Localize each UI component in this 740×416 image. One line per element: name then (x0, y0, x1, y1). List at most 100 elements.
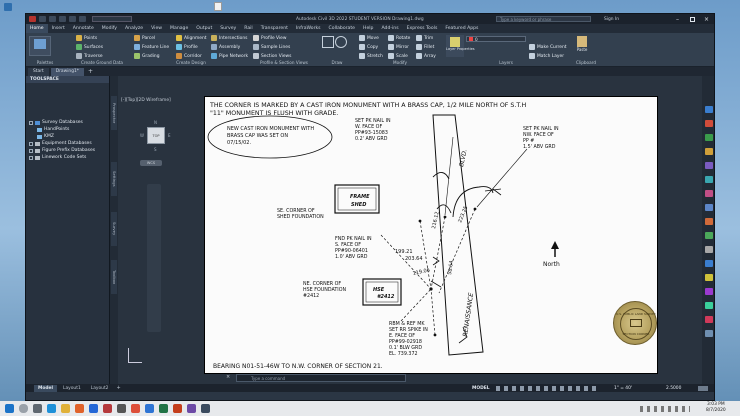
tab-output[interactable]: Output (192, 24, 216, 33)
rotate-button[interactable]: Rotate (388, 34, 410, 42)
open-icon[interactable] (49, 16, 56, 22)
tab-home[interactable]: Home (26, 24, 48, 33)
new-tab-button[interactable]: + (88, 68, 93, 76)
layer-dropdown[interactable]: 0 (466, 36, 526, 42)
minimize-button[interactable]: – (676, 16, 679, 23)
palette-tool-icon[interactable] (705, 330, 713, 337)
expand-icon[interactable] (29, 120, 33, 125)
panel-create-ground-data[interactable]: Create Ground Data (72, 59, 132, 66)
feature-line-button[interactable]: Feature Line (134, 43, 169, 51)
status-toggle-icons[interactable] (496, 385, 596, 391)
palette-tool-icon[interactable] (705, 106, 713, 113)
palette-tool-icon[interactable] (705, 176, 713, 183)
panel-layers[interactable]: Layers (446, 59, 566, 66)
surfaces-button[interactable]: Surfaces (76, 43, 103, 51)
file-explorer-icon[interactable] (61, 404, 70, 413)
expand-icon[interactable] (29, 148, 33, 153)
excel-icon[interactable] (159, 404, 168, 413)
edge-icon[interactable] (47, 404, 56, 413)
app-icon[interactable] (187, 404, 196, 413)
tree-item-survey-databases[interactable]: Survey Databases (29, 120, 83, 125)
points-button[interactable]: Points (76, 34, 97, 42)
search-icon[interactable] (19, 404, 28, 413)
firefox-icon[interactable] (75, 404, 84, 413)
redo-icon[interactable] (79, 16, 86, 22)
tab-insert[interactable]: Insert (48, 24, 69, 33)
toolspace-button[interactable] (29, 36, 51, 56)
expand-icon[interactable] (29, 155, 33, 160)
tree-item-handpoints[interactable]: HandPoints (37, 127, 69, 132)
tab-analyze[interactable]: Analyze (121, 24, 147, 33)
parcel-button[interactable]: Parcel (134, 34, 155, 42)
tab-infraworks[interactable]: InfraWorks (292, 24, 325, 33)
tree-item-linework-code-sets[interactable]: Linework Code Sets (29, 155, 86, 160)
line-tool-icon[interactable] (322, 36, 334, 48)
panel-clipboard[interactable]: Clipboard (566, 59, 606, 66)
intersections-button[interactable]: Intersections (211, 34, 247, 42)
palette-tool-icon[interactable] (705, 162, 713, 169)
assembly-button[interactable]: Assembly (211, 43, 240, 51)
tab-add-ins[interactable]: Add-ins (377, 24, 402, 33)
palette-tool-icon[interactable] (705, 316, 713, 323)
tab-survey[interactable]: Survey (216, 24, 240, 33)
app-icon[interactable] (117, 404, 126, 413)
profile-view-button[interactable]: Profile View (253, 34, 286, 42)
app-menu-icon[interactable] (29, 16, 36, 22)
panel-modify[interactable]: Modify (356, 59, 444, 66)
undo-icon[interactable] (69, 16, 76, 22)
mirror-button[interactable]: Mirror (388, 43, 409, 51)
start-icon[interactable] (5, 404, 14, 413)
chrome-icon[interactable] (131, 404, 140, 413)
tree-item-figure-prefix-databases[interactable]: Figure Prefix Databases (29, 148, 95, 153)
powerpoint-icon[interactable] (173, 404, 182, 413)
panel-create-design[interactable]: Create Design (131, 59, 251, 66)
command-close-icon[interactable]: × (226, 374, 230, 380)
navigation-bar[interactable] (147, 184, 161, 332)
side-tab-survey[interactable]: Survey (111, 212, 117, 246)
model-tab[interactable]: Model (34, 384, 58, 392)
tab-featured-apps[interactable]: Featured Apps (441, 24, 482, 33)
panel-palettes[interactable]: Palettes (26, 59, 64, 66)
workspace-select[interactable] (92, 16, 132, 22)
system-tray-icons[interactable] (640, 405, 690, 412)
side-tab-toolbox[interactable]: Toolbox (111, 260, 117, 294)
word-icon[interactable] (145, 404, 154, 413)
desktop-shortcut-icon[interactable] (4, 3, 12, 11)
copy-button[interactable]: Copy (359, 43, 378, 51)
palette-tool-icon[interactable] (705, 302, 713, 309)
help-search-input[interactable]: Type a keyword or phrase (496, 16, 591, 22)
new-icon[interactable] (39, 16, 46, 22)
palette-tool-icon[interactable] (705, 288, 713, 295)
palette-tool-icon[interactable] (705, 260, 713, 267)
palette-tool-icon[interactable] (705, 190, 713, 197)
move-button[interactable]: Move (359, 34, 379, 42)
palette-tool-icon[interactable] (705, 218, 713, 225)
trim-button[interactable]: Trim (416, 34, 433, 42)
circle-tool-icon[interactable] (335, 36, 347, 48)
palette-tool-icon[interactable] (705, 204, 713, 211)
layout2-tab[interactable]: Layout2 (87, 385, 113, 392)
clock[interactable]: 3:03 PM 8/7/2020 (706, 402, 726, 414)
make-current-button[interactable]: Make Current (529, 43, 566, 51)
palette-tool-icon[interactable] (705, 120, 713, 127)
tab-modify[interactable]: Modify (98, 24, 121, 33)
panel-draw[interactable]: Draw (319, 59, 355, 66)
decimal-precision[interactable]: 2.5000 (666, 386, 681, 391)
tab-manage[interactable]: Manage (166, 24, 192, 33)
tab-transparent[interactable]: Transparent (257, 24, 292, 33)
side-tab-prospector[interactable]: Prospector (111, 96, 117, 130)
palette-tool-icon[interactable] (705, 246, 713, 253)
wcs-menu[interactable]: WCS (140, 160, 162, 166)
tree-item-kmz[interactable]: KMZ (37, 134, 54, 139)
civil3d-taskbar-icon[interactable] (201, 404, 210, 413)
drawing-canvas[interactable]: [-][Top][2D Wireframe] N S W E TOP WCS T… (118, 76, 702, 384)
start-tab[interactable]: Start (28, 68, 49, 76)
alignment-button[interactable]: Alignment (176, 34, 207, 42)
add-layout-button[interactable]: + (116, 385, 120, 391)
side-tab-settings[interactable]: Settings (111, 162, 117, 196)
layout1-tab[interactable]: Layout1 (59, 385, 85, 392)
fillet-button[interactable]: Fillet (416, 43, 434, 51)
tab-collaborate[interactable]: Collaborate (325, 24, 359, 33)
model-space-toggle[interactable]: MODEL (472, 386, 490, 391)
task-view-icon[interactable] (33, 404, 42, 413)
